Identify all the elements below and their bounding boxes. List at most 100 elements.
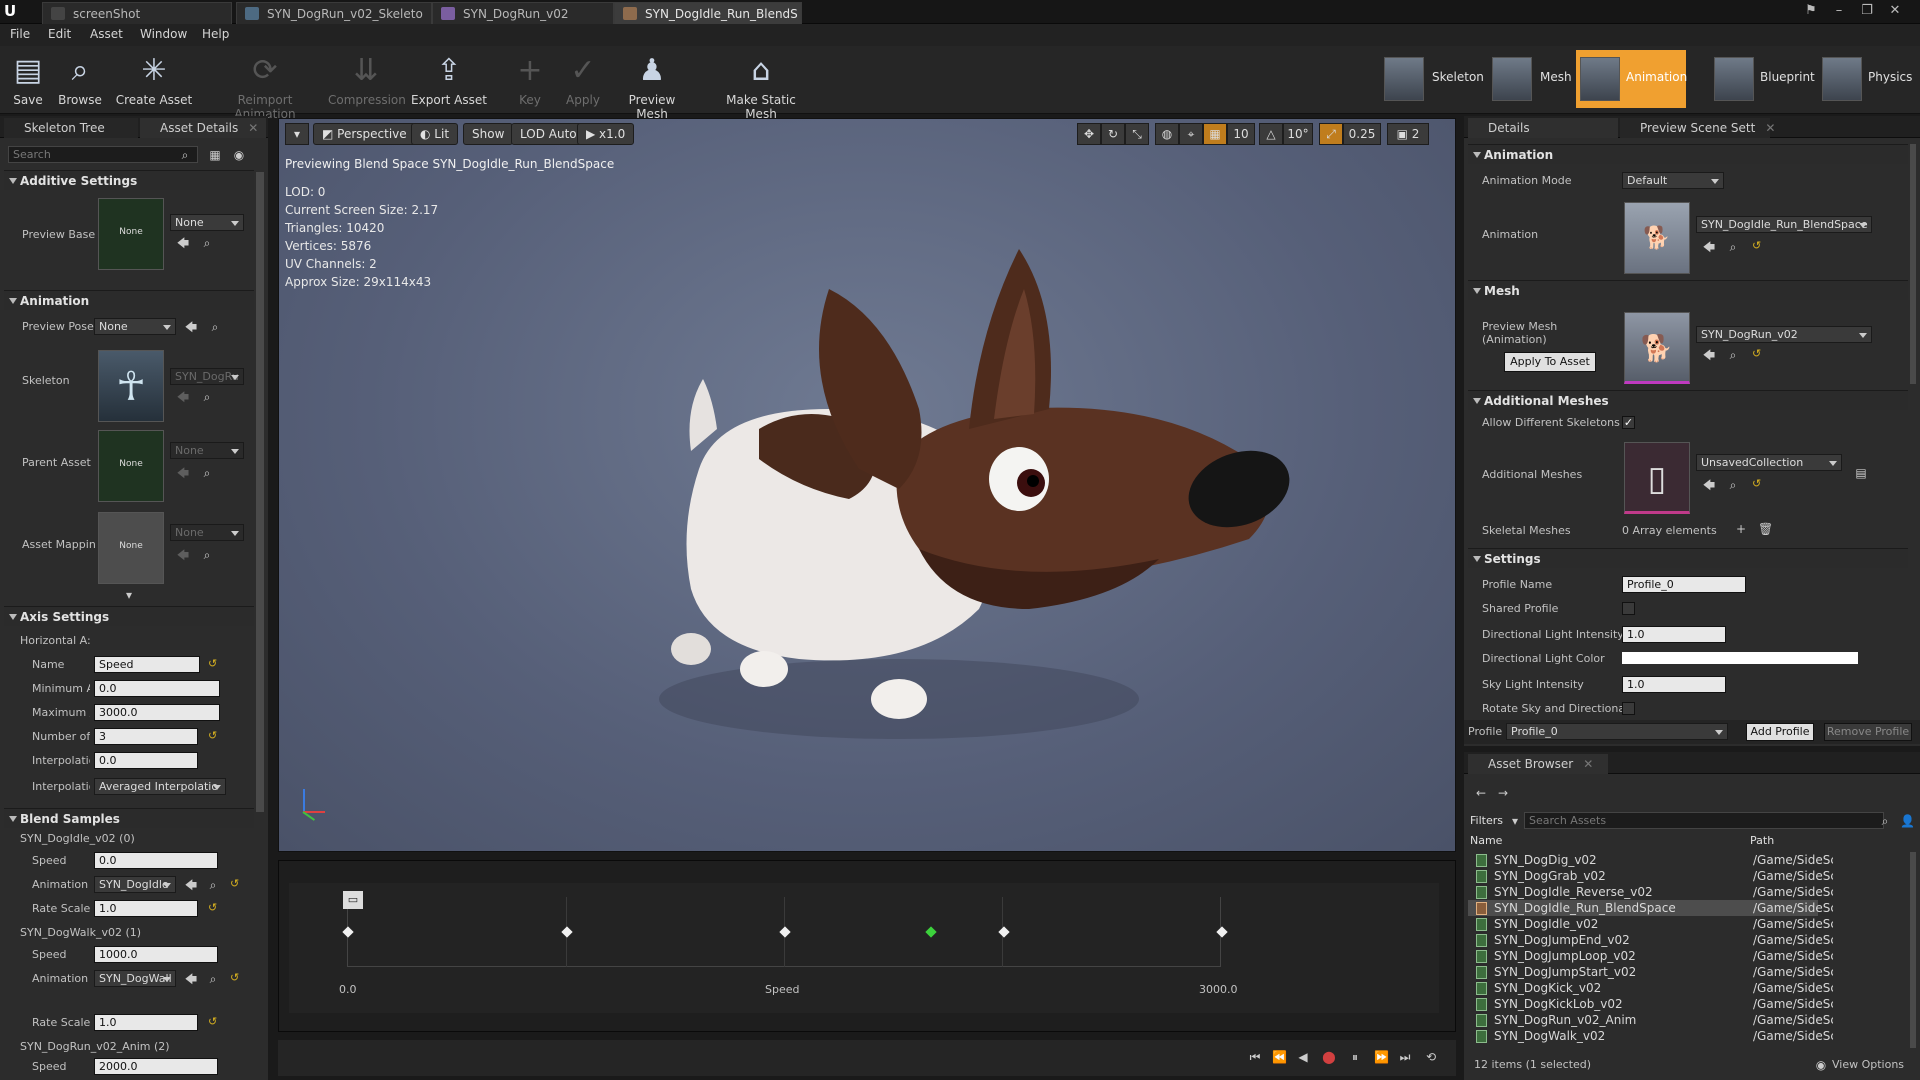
rotation-snap-icon[interactable]: △ xyxy=(1259,123,1283,145)
reset-icon[interactable]: ↺ xyxy=(208,730,218,742)
axis-interp-type-dropdown[interactable]: Averaged Interpolatio xyxy=(94,778,226,795)
menu-file[interactable]: File xyxy=(10,27,30,41)
forward-arrow-icon[interactable]: → xyxy=(1496,786,1510,800)
parent-asset-thumb[interactable]: None xyxy=(98,430,164,502)
axis-interp-field[interactable]: 0.0 xyxy=(94,752,198,769)
list-item[interactable]: SYN_DogGrab_v02/Game/SideScroller/Chara xyxy=(1468,868,1833,884)
mode-skeleton[interactable]: Skeleton xyxy=(1380,50,1484,108)
filters-button[interactable]: Filters xyxy=(1470,814,1503,827)
sample-animation-dropdown[interactable]: SYN_DogIdle xyxy=(94,876,176,893)
expand-down-icon[interactable]: ▾ xyxy=(122,588,136,602)
add-element-icon[interactable]: + xyxy=(1734,522,1748,536)
playback-speed-button[interactable]: ▶ x1.0 xyxy=(577,123,635,145)
reset-icon[interactable]: ↺ xyxy=(1752,348,1762,360)
add-profile-button[interactable]: Add Profile xyxy=(1746,723,1814,741)
menu-asset[interactable]: Asset xyxy=(90,27,123,41)
asset-mapping-dropdown[interactable]: None xyxy=(170,524,244,541)
list-item[interactable]: SYN_DogRun_v02_Anim/Game/SideScroller/Ch… xyxy=(1468,1012,1833,1028)
step-forward-icon[interactable]: ⏩ xyxy=(1374,1050,1389,1064)
tab-skeleton-tree[interactable]: Skeleton Tree xyxy=(4,118,138,138)
maximize-button[interactable]: ❐ xyxy=(1856,2,1878,20)
close-button[interactable]: ✕ xyxy=(1884,2,1906,20)
eye-icon[interactable]: ◉ xyxy=(1814,1058,1828,1072)
sample-rate-field[interactable]: 1.0 xyxy=(94,1014,198,1031)
use-selected-icon[interactable]: 🡄 xyxy=(176,548,190,562)
details-scrollbar[interactable] xyxy=(1910,144,1916,384)
close-tab-icon[interactable]: ✕ xyxy=(1583,757,1593,771)
shared-profile-checkbox[interactable] xyxy=(1622,602,1635,615)
section-animation[interactable]: Animation xyxy=(1468,144,1908,164)
allow-different-skeletons-checkbox[interactable]: ✓ xyxy=(1622,416,1635,429)
blend-sample-marker[interactable] xyxy=(997,926,1010,938)
preview-base-thumb[interactable]: None xyxy=(98,198,164,270)
sample-speed-field[interactable]: 2000.0 xyxy=(94,1058,218,1075)
reset-icon[interactable]: ↺ xyxy=(230,972,240,984)
browse-asset-icon[interactable]: ⌕ xyxy=(200,466,214,480)
browse-asset-icon[interactable]: ⌕ xyxy=(206,878,220,892)
list-item[interactable]: SYN_DogIdle_v02/Game/SideScroller/Chara xyxy=(1468,916,1833,932)
reset-icon[interactable]: ↺ xyxy=(1752,240,1762,252)
tab-asset-details[interactable]: Asset Details ✕ xyxy=(140,118,266,138)
back-arrow-icon[interactable]: ← xyxy=(1474,786,1488,800)
view-options-button[interactable]: View Options xyxy=(1832,1058,1904,1071)
menu-window[interactable]: Window xyxy=(140,27,187,41)
column-path-header[interactable]: Path xyxy=(1750,834,1774,847)
close-tab-icon[interactable]: ✕ xyxy=(1765,121,1775,135)
skeleton-thumb[interactable]: ☥ xyxy=(98,350,164,422)
viewport[interactable]: ▾ ◩ Perspective ◐ Lit Show LOD Auto ▶ x1… xyxy=(278,118,1456,852)
browse-asset-icon[interactable]: ⌕ xyxy=(200,236,214,250)
tab-asset-browser[interactable]: Asset Browser ✕ xyxy=(1468,754,1608,774)
use-selected-icon[interactable]: 🡄 xyxy=(1702,348,1716,362)
blend-sample-marker[interactable] xyxy=(560,926,573,938)
column-name-header[interactable]: Name xyxy=(1470,834,1502,847)
asset-mapping-thumb[interactable]: None xyxy=(98,512,164,584)
sample-speed-field[interactable]: 0.0 xyxy=(94,852,218,869)
key-button[interactable]: + Key xyxy=(510,48,550,112)
grid-snap-icon[interactable]: ▦ xyxy=(1203,123,1227,145)
preview-base-dropdown[interactable]: None xyxy=(170,214,244,231)
animation-dropdown[interactable]: SYN_DogIdle_Run_BlendSpace xyxy=(1696,216,1872,233)
delete-icon[interactable]: 🗑 xyxy=(1758,522,1773,536)
section-additive-settings[interactable]: Additive Settings xyxy=(4,170,254,190)
browse-asset-icon[interactable]: ⌕ xyxy=(1726,478,1740,492)
save-button[interactable]: ▤ Save xyxy=(8,48,48,112)
sky-light-intensity-field[interactable]: 1.0 xyxy=(1622,676,1726,693)
tab-preview-scene[interactable]: Preview Scene Sett ✕ xyxy=(1620,118,1775,138)
reimport-animation-button[interactable]: ⟳ Reimport Animation xyxy=(208,48,322,121)
play-reverse-icon[interactable]: ◀ xyxy=(1296,1050,1310,1064)
list-item[interactable]: SYN_DogKick_v02/Game/SideScroller/Chara xyxy=(1468,980,1833,996)
scale-snap-icon[interactable]: ⤢ xyxy=(1319,123,1343,145)
use-selected-icon[interactable]: 🡄 xyxy=(176,236,190,250)
axis-min-field[interactable]: 0.0 xyxy=(94,680,220,697)
user-icon[interactable]: 👤 xyxy=(1900,814,1915,828)
search-icon[interactable]: ⌕ xyxy=(1878,814,1892,828)
axis-grid-num-field[interactable]: 3 xyxy=(94,728,198,745)
preview-mesh-dropdown[interactable]: SYN_DogRun_v02 xyxy=(1696,326,1872,343)
list-item[interactable]: SYN_DogIdle_Reverse_v02/Game/SideScrolle… xyxy=(1468,884,1833,900)
sample-rate-field[interactable]: 1.0 xyxy=(94,900,198,917)
blend-sample-marker[interactable] xyxy=(1216,926,1228,938)
skip-start-icon[interactable]: ⏮ xyxy=(1248,1050,1262,1064)
use-selected-icon[interactable]: 🡄 xyxy=(176,466,190,480)
reset-icon[interactable]: ↺ xyxy=(208,658,218,670)
sample-speed-field[interactable]: 1000.0 xyxy=(94,946,218,963)
section-settings[interactable]: Settings xyxy=(1468,548,1908,568)
list-item[interactable]: SYN_DogWalk_v02/Game/SideScroller/Chara xyxy=(1468,1028,1833,1044)
blendspace-graph[interactable]: ▭ 0.0 Speed 3000.0 xyxy=(278,860,1456,1032)
graph-canvas[interactable]: ▭ 0.0 Speed 3000.0 xyxy=(289,883,1439,1013)
list-item[interactable]: SYN_DogDig_v02/Game/SideScroller/Chara xyxy=(1468,852,1833,868)
axis-name-field[interactable]: Speed xyxy=(94,656,200,673)
preview-sample-marker[interactable] xyxy=(925,926,937,938)
list-item[interactable]: SYN_DogJumpLoop_v02/Game/SideScroller/Ch… xyxy=(1468,948,1833,964)
perspective-button[interactable]: ◩ Perspective xyxy=(313,123,416,145)
export-asset-button[interactable]: ⇪ Export Asset xyxy=(410,48,488,112)
rotate-sky-checkbox[interactable] xyxy=(1622,702,1635,715)
list-item-selected[interactable]: SYN_DogIdle_Run_BlendSpace/Game/SideScro… xyxy=(1468,900,1833,916)
menu-edit[interactable]: Edit xyxy=(48,27,71,41)
browse-asset-icon[interactable]: ⌕ xyxy=(206,972,220,986)
profile-name-field[interactable]: Profile_0 xyxy=(1622,576,1746,593)
record-icon[interactable]: ⬤ xyxy=(1322,1050,1336,1064)
additional-meshes-dropdown[interactable]: UnsavedCollection xyxy=(1696,454,1842,471)
preview-mesh-button[interactable]: ♟ Preview Mesh xyxy=(612,48,692,121)
search-input[interactable]: Search xyxy=(8,146,198,163)
